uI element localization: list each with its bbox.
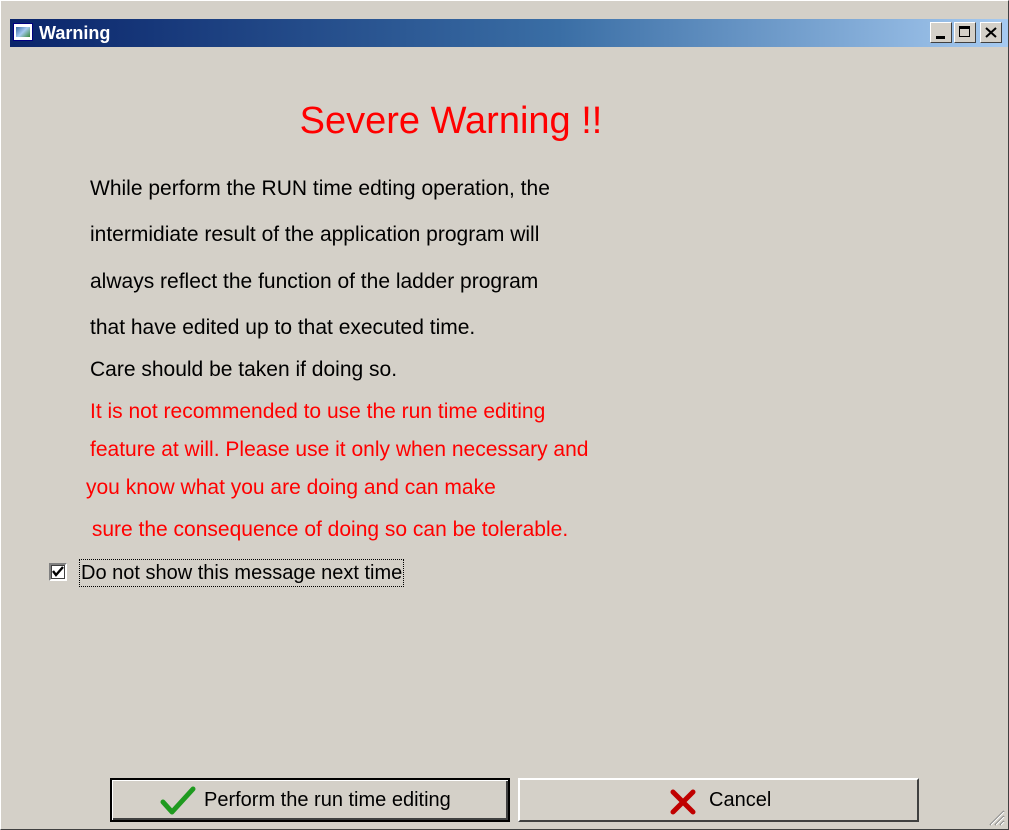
- warning-heading-text: Severe Warning !!: [299, 100, 603, 142]
- ok-button-label: Perform the run time editing: [204, 789, 451, 811]
- green-checkmark-icon: [160, 786, 196, 815]
- warning-heading: Severe Warning !!: [1, 99, 901, 143]
- title-bar[interactable]: Warning: [10, 19, 1008, 47]
- warning-line: you know what you are doing and can make: [86, 476, 496, 499]
- close-icon: [985, 27, 997, 38]
- message-line: that have edited up to that executed tim…: [90, 316, 476, 339]
- warning-line: feature at will. Please use it only when…: [90, 438, 589, 461]
- perform-run-time-editing-button[interactable]: Perform the run time editing: [110, 778, 510, 822]
- warning-dialog: Warning Severe Warning !! While perform …: [0, 0, 1009, 830]
- red-x-icon: [670, 789, 696, 815]
- close-button[interactable]: [980, 22, 1002, 43]
- message-line: Care should be taken if doing so.: [90, 358, 398, 381]
- app-window-icon[interactable]: [13, 23, 33, 41]
- warning-line: It is not recommended to use the run tim…: [90, 400, 546, 423]
- maximize-button[interactable]: [954, 22, 976, 43]
- checkmark-icon: [52, 566, 64, 577]
- checkbox-label[interactable]: Do not show this message next time: [79, 559, 405, 587]
- maximize-icon: [959, 26, 970, 37]
- minimize-icon: [936, 36, 945, 39]
- message-line: intermidiate result of the application p…: [90, 223, 540, 246]
- window-title: Warning: [39, 23, 111, 43]
- message-line: While perform the RUN time edting operat…: [90, 177, 550, 200]
- checkbox-box[interactable]: [49, 563, 67, 581]
- cancel-button-label: Cancel: [709, 789, 772, 811]
- message-line: always reflect the function of the ladde…: [90, 270, 539, 293]
- cancel-button[interactable]: Cancel: [518, 778, 919, 822]
- resize-grip-icon[interactable]: [985, 806, 1005, 826]
- minimize-button[interactable]: [930, 22, 952, 43]
- warning-line: sure the consequence of doing so can be …: [86, 518, 569, 541]
